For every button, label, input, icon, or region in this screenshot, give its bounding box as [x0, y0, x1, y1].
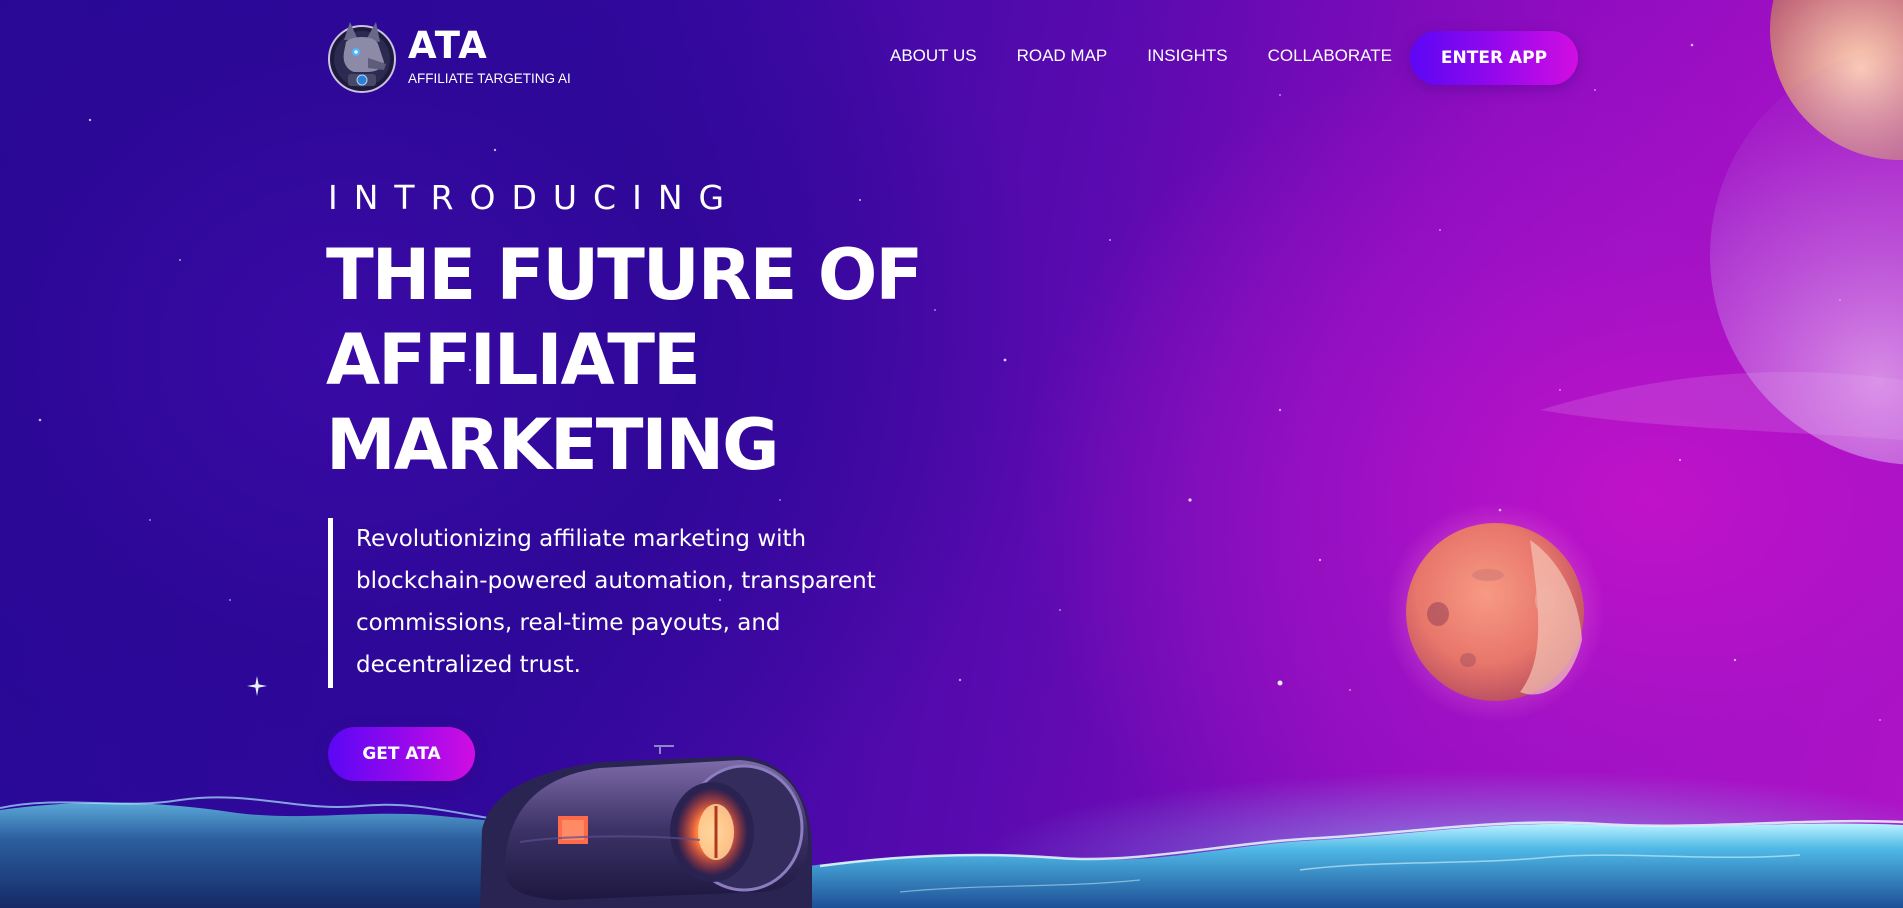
hero-headline: THE FUTURE OF AFFILIATE MARKETING [326, 233, 966, 488]
tagline-line-2: blockchain-powered automation, transpare… [356, 568, 876, 594]
tagline-line-3: commissions, real-time payouts, and [356, 610, 781, 636]
hero-section: ATA AFFILIATE TARGETING AI ABOUT US ROAD… [0, 0, 1903, 908]
nav-links: ABOUT US ROAD MAP INSIGHTS COLLABORATE [890, 46, 1432, 66]
robot-dog-icon [328, 22, 396, 93]
headline-line-3: MARKETING [326, 404, 780, 486]
enter-app-button[interactable]: ENTER APP [1410, 31, 1578, 85]
top-navigation: ATA AFFILIATE TARGETING AI ABOUT US ROAD… [328, 16, 1578, 100]
tagline-line-4: decentralized trust. [356, 652, 581, 678]
brand-logo[interactable]: ATA AFFILIATE TARGETING AI [328, 16, 588, 100]
nav-link-road-map[interactable]: ROAD MAP [1017, 46, 1108, 66]
hero-eyebrow: INTRODUCING [328, 178, 741, 217]
headline-line-2: AFFILIATE [326, 319, 701, 401]
headline-line-1: THE FUTURE OF [326, 234, 923, 316]
brand-name: ATA [408, 24, 488, 67]
tagline-line-1: Revolutionizing affiliate marketing with [356, 526, 807, 552]
nav-link-insights[interactable]: INSIGHTS [1147, 46, 1227, 66]
brand-subtitle: AFFILIATE TARGETING AI [408, 71, 571, 86]
get-ata-button[interactable]: GET ATA [328, 727, 475, 781]
hero-tagline: Revolutionizing affiliate marketing with… [328, 518, 918, 688]
nav-link-about-us[interactable]: ABOUT US [890, 46, 977, 66]
nav-link-collaborate[interactable]: COLLABORATE [1268, 46, 1392, 66]
